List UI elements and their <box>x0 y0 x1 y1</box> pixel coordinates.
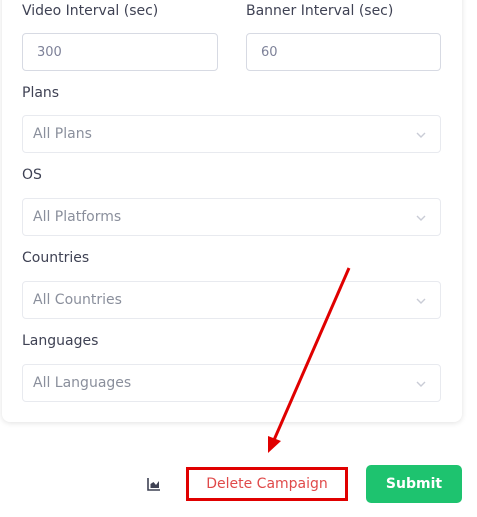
submit-button[interactable]: Submit <box>366 465 462 503</box>
countries-label: Countries <box>22 250 90 266</box>
plans-select-value: All Plans <box>33 126 92 142</box>
languages-select-value: All Languages <box>33 375 132 391</box>
banner-interval-input[interactable]: 60 <box>246 33 441 71</box>
plans-label: Plans <box>22 85 60 101</box>
languages-label: Languages <box>22 333 99 349</box>
chevron-down-icon <box>416 298 426 304</box>
chevron-down-icon <box>416 132 426 138</box>
chevron-down-icon <box>416 215 426 221</box>
banner-interval-label: Banner Interval (sec) <box>246 3 394 19</box>
languages-select[interactable]: All Languages <box>22 364 441 402</box>
chevron-down-icon <box>416 381 426 387</box>
countries-select-value: All Countries <box>33 292 122 308</box>
os-label: OS <box>22 167 42 183</box>
os-select[interactable]: All Platforms <box>22 198 441 236</box>
banner-interval-value: 60 <box>261 44 278 60</box>
delete-campaign-button[interactable]: Delete Campaign <box>186 467 348 501</box>
video-interval-label: Video Interval (sec) <box>22 3 159 19</box>
plans-select[interactable]: All Plans <box>22 115 441 153</box>
video-interval-value: 300 <box>37 44 62 60</box>
countries-select[interactable]: All Countries <box>22 281 441 319</box>
bar-chart-icon[interactable] <box>147 477 161 491</box>
video-interval-input[interactable]: 300 <box>22 33 218 71</box>
os-select-value: All Platforms <box>33 209 122 225</box>
